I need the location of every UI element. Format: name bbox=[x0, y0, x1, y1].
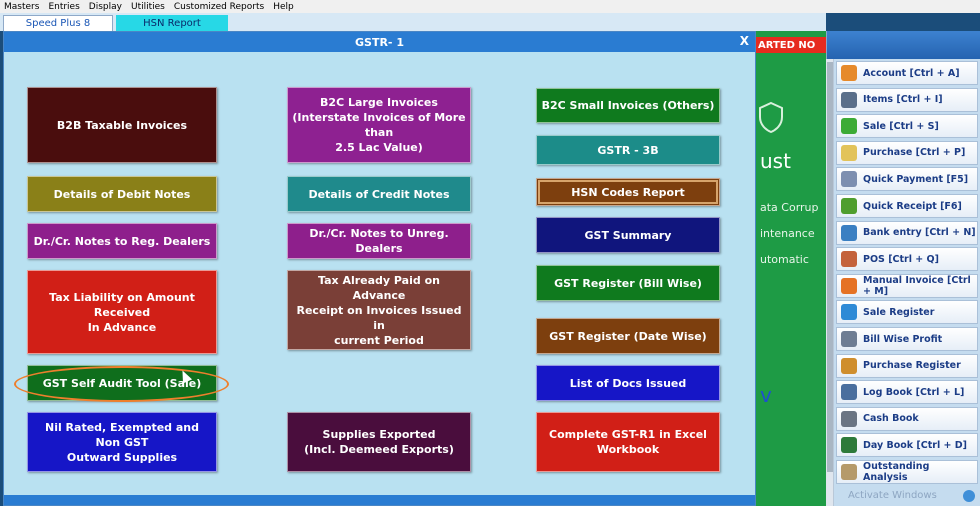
sidebar-item-label: Sale Register bbox=[863, 306, 935, 318]
sale-icon bbox=[841, 118, 857, 135]
notes-reg-dealers-button[interactable]: Dr./Cr. Notes to Reg. Dealers bbox=[27, 223, 217, 259]
sidebar-item-3[interactable]: Sale [Ctrl + S] bbox=[836, 114, 978, 139]
gst-register-bill-wise-button[interactable]: GST Register (Bill Wise) bbox=[536, 265, 720, 301]
sidebar-item-label: Quick Payment [F5] bbox=[863, 173, 969, 185]
sidebar-item-14[interactable]: Cash Book bbox=[836, 406, 978, 431]
dialog-footer-bar bbox=[4, 495, 755, 505]
sidebar-item-8[interactable]: POS [Ctrl + Q] bbox=[836, 247, 978, 272]
b2b-taxable-invoices-button[interactable]: B2B Taxable Invoices bbox=[27, 87, 217, 163]
gst-summary-button[interactable]: GST Summary bbox=[536, 217, 720, 253]
sidebar-item-10[interactable]: Sale Register bbox=[836, 300, 978, 325]
globe-icon bbox=[841, 304, 857, 321]
b2c-small-invoices-button[interactable]: B2C Small Invoices (Others) bbox=[536, 88, 720, 123]
credit-notes-button[interactable]: Details of Credit Notes bbox=[287, 176, 471, 212]
b2c-large-invoices-button[interactable]: B2C Large Invoices (Interstate Invoices … bbox=[287, 87, 471, 163]
pos-icon bbox=[841, 251, 857, 268]
daybook-icon bbox=[841, 437, 857, 454]
receipt-icon bbox=[841, 198, 857, 214]
menu-customized-reports[interactable]: Customized Reports bbox=[174, 2, 264, 12]
sidebar-header bbox=[827, 31, 980, 59]
dialog-title-bar: GSTR- 1 bbox=[4, 32, 755, 52]
sidebar-item-6[interactable]: Quick Receipt [F6] bbox=[836, 194, 978, 218]
sidebar-item-label: Log Book [Ctrl + L] bbox=[863, 386, 965, 398]
background-text-2: ata Corrup bbox=[760, 201, 819, 214]
sidebar-item-12[interactable]: Purchase Register bbox=[836, 353, 978, 378]
gst-register-date-wise-button[interactable]: GST Register (Date Wise) bbox=[536, 318, 720, 354]
sidebar-item-label: POS [Ctrl + Q] bbox=[863, 253, 939, 265]
sidebar-item-label: Cash Book bbox=[863, 413, 919, 425]
payment-icon bbox=[841, 171, 857, 188]
menu-display[interactable]: Display bbox=[89, 2, 122, 12]
sidebar-item-13[interactable]: Log Book [Ctrl + L] bbox=[836, 380, 978, 405]
sidebar-item-label: Items [Ctrl + I] bbox=[863, 94, 943, 106]
menu-help[interactable]: Help bbox=[273, 2, 294, 12]
notes-unreg-dealers-button[interactable]: Dr./Cr. Notes to Unreg. Dealers bbox=[287, 223, 471, 259]
sidebar-item-label: Manual Invoice [Ctrl + M] bbox=[863, 274, 971, 297]
menu-entries[interactable]: Entries bbox=[48, 2, 79, 12]
sidebar-item-4[interactable]: Purchase [Ctrl + P] bbox=[836, 140, 978, 165]
menu-masters[interactable]: Masters bbox=[4, 2, 39, 12]
sidebar-item-7[interactable]: Bank entry [Ctrl + N] bbox=[836, 220, 978, 245]
sidebar-scrollbar-thumb[interactable] bbox=[827, 62, 833, 472]
globe-icon bbox=[963, 490, 975, 502]
sidebar-item-label: Bank entry [Ctrl + N] bbox=[863, 227, 976, 239]
sidebar-item-label: Purchase Register bbox=[863, 360, 961, 372]
nil-rated-supplies-button[interactable]: Nil Rated, Exempted and Non GST Outward … bbox=[27, 412, 217, 472]
background-app-panel: ARTED NO ust ata Corrup intenance utomat… bbox=[756, 31, 826, 506]
sidebar-item-9[interactable]: Manual Invoice [Ctrl + M] bbox=[836, 273, 978, 298]
menu-utilities[interactable]: Utilities bbox=[131, 2, 165, 12]
supplies-exported-button[interactable]: Supplies Exported (Incl. Deemeed Exports… bbox=[287, 412, 471, 472]
profit-icon bbox=[841, 331, 857, 347]
hsn-codes-report-button[interactable]: HSN Codes Report bbox=[536, 178, 720, 206]
scroll-icon bbox=[841, 464, 857, 480]
bank-icon bbox=[841, 224, 857, 241]
items-icon bbox=[841, 91, 857, 108]
sidebar-item-label: Bill Wise Profit bbox=[863, 333, 943, 345]
sidebar-item-2[interactable]: Items [Ctrl + I] bbox=[836, 87, 978, 112]
book-icon bbox=[841, 384, 857, 401]
close-button[interactable]: X bbox=[740, 34, 749, 48]
background-text-5: v bbox=[760, 383, 772, 407]
purchase-icon bbox=[841, 144, 857, 161]
shield-icon bbox=[759, 101, 783, 133]
sidebar-item-16[interactable]: Outstanding Analysis bbox=[836, 460, 978, 484]
debit-notes-button[interactable]: Details of Debit Notes bbox=[27, 176, 217, 212]
gst-self-audit-tool-button[interactable]: GST Self Audit Tool (Sale) bbox=[27, 365, 217, 401]
background-text-4: utomatic bbox=[760, 253, 809, 266]
background-text-3: intenance bbox=[760, 227, 815, 240]
sidebar-item-label: Quick Receipt [F6] bbox=[863, 200, 962, 212]
menu-bar: Masters Entries Display Utilities Custom… bbox=[0, 0, 980, 13]
message-icon bbox=[841, 65, 857, 81]
tab-speed-plus[interactable]: Speed Plus 8 bbox=[3, 15, 113, 31]
gstr1-dialog: GSTR- 1 X B2B Taxable Invoices B2C Large… bbox=[3, 31, 756, 506]
cone-icon bbox=[841, 277, 857, 294]
complete-gstr1-excel-button[interactable]: Complete GST-R1 in Excel Workbook bbox=[536, 412, 720, 472]
gstr-3b-button[interactable]: GSTR - 3B bbox=[536, 135, 720, 165]
sidebar-item-label: Day Book [Ctrl + D] bbox=[863, 439, 968, 451]
search-icon bbox=[841, 410, 857, 427]
activate-windows-watermark: Activate Windows bbox=[848, 490, 937, 501]
sidebar-item-11[interactable]: Bill Wise Profit bbox=[836, 327, 978, 351]
sidebar-item-label: Purchase [Ctrl + P] bbox=[863, 147, 966, 159]
sidebar-item-1[interactable]: Account [Ctrl + A] bbox=[836, 61, 978, 85]
tab-bar: Speed Plus 8 HSN Report bbox=[0, 13, 826, 31]
tax-already-paid-button[interactable]: Tax Already Paid on Advance Receipt on I… bbox=[287, 270, 471, 350]
dialog-title: GSTR- 1 bbox=[355, 35, 404, 49]
sidebar-item-label: Outstanding Analysis bbox=[863, 461, 930, 483]
sidebar-item-15[interactable]: Day Book [Ctrl + D] bbox=[836, 433, 978, 458]
sidebar-item-5[interactable]: Quick Payment [F5] bbox=[836, 167, 978, 192]
user-icon bbox=[841, 357, 857, 374]
background-text-1: ust bbox=[760, 149, 791, 173]
sidebar-item-label: Account [Ctrl + A] bbox=[863, 67, 960, 79]
list-of-docs-issued-button[interactable]: List of Docs Issued bbox=[536, 365, 720, 401]
sidebar-item-label: Sale [Ctrl + S] bbox=[863, 120, 939, 132]
tab-hsn-report[interactable]: HSN Report bbox=[116, 15, 228, 31]
background-banner: ARTED NO bbox=[756, 37, 826, 53]
tax-liability-advance-button[interactable]: Tax Liability on Amount Received In Adva… bbox=[27, 270, 217, 354]
